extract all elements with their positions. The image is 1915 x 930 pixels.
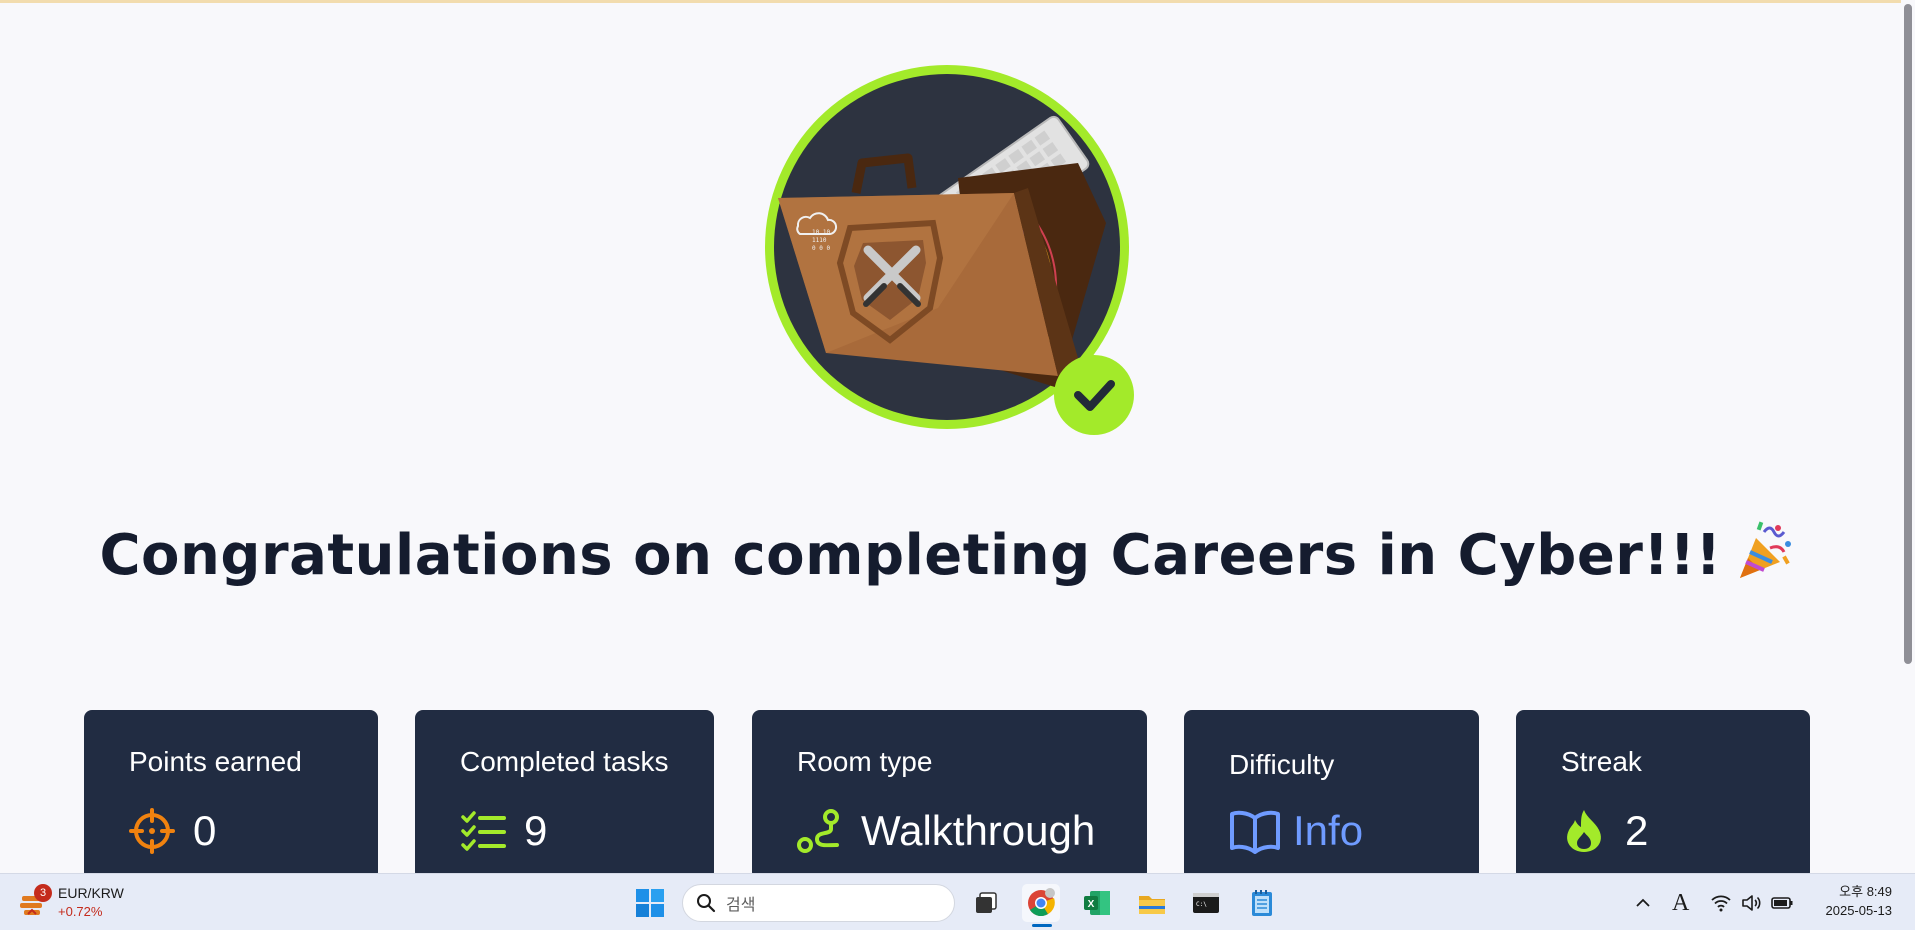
svg-text:1110: 1110 [812, 237, 827, 244]
windows-taskbar: 3 EUR/KRW +0.72% 검색 X C:\ A 오후 8:49 2025… [0, 873, 1915, 930]
start-button[interactable] [635, 888, 665, 918]
checklist-icon [461, 811, 506, 851]
wifi-icon [1711, 895, 1731, 912]
ime-indicator-text: A [1672, 889, 1690, 916]
stat-label: Streak [1561, 746, 1642, 777]
speaker-icon [1742, 895, 1761, 911]
briefcase-badge-image: 10 10 1110 0 0 0 [765, 65, 1134, 435]
stat-card-streak: Streak 2 [1516, 710, 1810, 880]
notepad-taskbar-button[interactable] [1243, 884, 1281, 922]
stat-value: 2 [1625, 807, 1649, 854]
search-placeholder: 검색 [726, 895, 756, 914]
party-popper-icon [1734, 520, 1796, 582]
window-top-edge [0, 0, 1915, 3]
taskbar-widget-button[interactable]: 3 EUR/KRW +0.72% [18, 884, 124, 920]
ime-indicator[interactable]: A [1672, 890, 1689, 916]
stat-value: 9 [524, 807, 548, 854]
search-icon [697, 894, 716, 913]
chrome-taskbar-button[interactable] [1022, 884, 1060, 922]
crosshair-icon [129, 808, 175, 854]
network-button[interactable] [1710, 890, 1732, 916]
stat-label: Room type [797, 746, 933, 777]
svg-text:X: X [1088, 899, 1095, 910]
stat-label: Points earned [129, 746, 302, 777]
stat-card-difficulty: Difficulty Info [1184, 710, 1479, 880]
folder-icon [1139, 896, 1165, 914]
page-scrollbar[interactable] [1901, 0, 1915, 873]
chrome-icon [1028, 888, 1055, 917]
stat-value: Info [1293, 807, 1364, 854]
widget-notification-badge: 3 [34, 884, 52, 902]
svg-text:10 10: 10 10 [812, 229, 830, 236]
stat-card-points: Points earned 0 [84, 710, 378, 880]
stat-card-completed-tasks: Completed tasks 9 [415, 710, 714, 880]
room-badge: 10 10 1110 0 0 0 [758, 58, 1136, 436]
widget-title: EUR/KRW [58, 885, 124, 901]
task-view-button[interactable] [967, 884, 1005, 922]
clock-time: 오후 8:49 [1839, 884, 1892, 899]
path-icon [797, 809, 839, 853]
completion-heading-text: Congratulations on completing Careers in… [99, 523, 1722, 588]
task-view-icon [976, 892, 997, 913]
battery-icon [1771, 897, 1793, 909]
battery-button[interactable] [1770, 890, 1794, 916]
stat-card-room-type: Room type Walkthrough [752, 710, 1147, 880]
terminal-taskbar-button[interactable]: C:\ [1187, 884, 1225, 922]
terminal-icon: C:\ [1193, 893, 1219, 913]
windows-logo-icon [636, 889, 664, 917]
volume-button[interactable] [1740, 890, 1762, 916]
excel-icon: X [1084, 891, 1110, 915]
svg-text:0 0 0: 0 0 0 [812, 245, 830, 252]
stat-label: Difficulty [1229, 749, 1335, 780]
taskbar-search-box[interactable]: 검색 [682, 884, 955, 922]
excel-taskbar-button[interactable]: X [1078, 884, 1116, 922]
currency-widget-icon: 3 [18, 884, 52, 920]
show-hidden-icons-button[interactable] [1634, 890, 1652, 916]
notepad-icon [1252, 890, 1272, 916]
widget-change: +0.72% [58, 904, 103, 919]
chevron-up-icon [1636, 898, 1650, 907]
file-explorer-taskbar-button[interactable] [1133, 884, 1171, 922]
taskbar-clock[interactable]: 오후 8:49 2025-05-13 [1808, 882, 1893, 920]
completion-heading: Congratulations on completing Careers in… [0, 520, 1895, 588]
stat-value: 0 [193, 807, 217, 854]
stat-value: Walkthrough [861, 807, 1096, 854]
book-icon [1230, 810, 1280, 854]
chrome-active-indicator [1032, 924, 1052, 927]
stat-label: Completed tasks [460, 746, 669, 777]
clock-date: 2025-05-13 [1825, 903, 1893, 918]
scrollbar-thumb[interactable] [1904, 4, 1912, 664]
svg-text:C:\: C:\ [1196, 901, 1207, 908]
flame-icon [1567, 810, 1601, 852]
